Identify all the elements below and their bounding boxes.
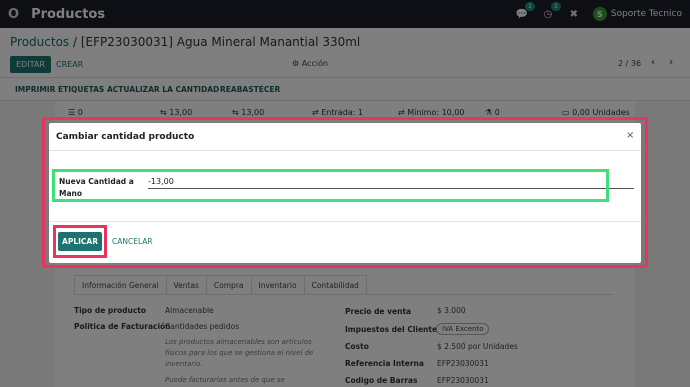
cancel-button[interactable]: CANCELAR: [112, 232, 153, 251]
modal-header: Cambiar cantidad producto ×: [49, 123, 641, 151]
new-quantity-label: Nueva Cantidad a Mano: [59, 177, 134, 198]
apply-button[interactable]: APLICAR: [58, 232, 102, 251]
modal-footer-divider: [49, 221, 641, 222]
modal-title: Cambiar cantidad producto: [56, 132, 195, 142]
close-icon[interactable]: ×: [626, 130, 634, 141]
new-quantity-input[interactable]: [148, 175, 634, 189]
change-quantity-dialog: Cambiar cantidad producto × Nueva Cantid…: [49, 123, 641, 263]
